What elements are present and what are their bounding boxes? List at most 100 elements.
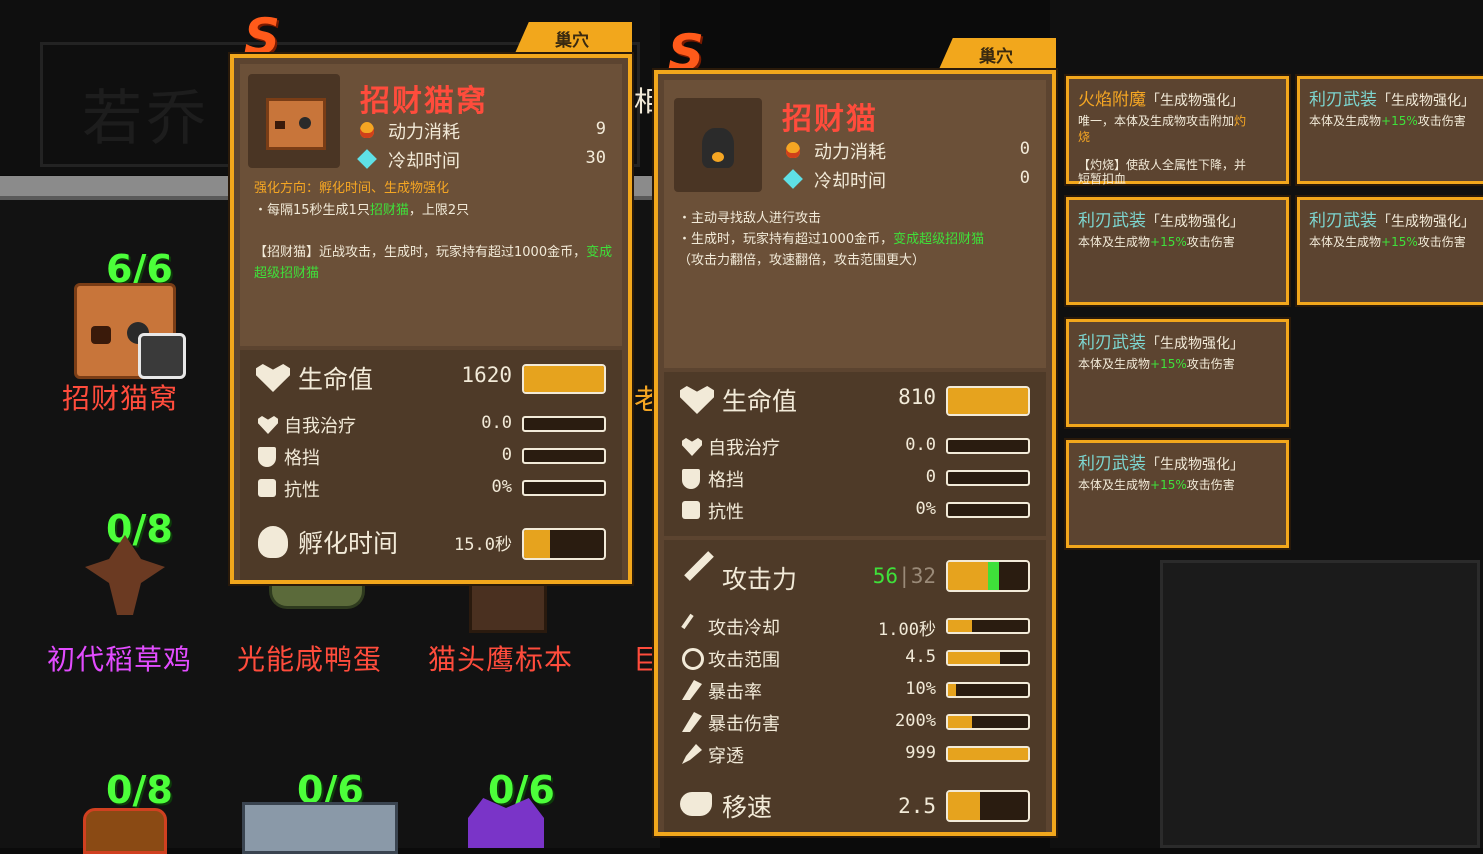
hatch-label: 孵化时间: [298, 529, 399, 558]
heal-bar: [946, 438, 1030, 454]
bottom-item-2-icon: [242, 802, 398, 854]
grid-item-bottom-1[interactable]: 0/8: [75, 768, 175, 854]
card-stats-defense: 生命值 810 自我治疗 0.0 格挡 0 抗性 0%: [664, 372, 1046, 536]
desc-text: 本体及生成物: [1078, 478, 1151, 492]
desc-line: 【招财猫】近战攻击，生成时，玩家持有超过1000金币，变成超级招财猫: [254, 242, 614, 284]
hp-value: 810: [898, 385, 936, 409]
atk-bar-fill: [948, 562, 988, 590]
upgrade-title: 利刃武装「生成物强化」: [1078, 206, 1244, 231]
hp-bar: [522, 364, 606, 394]
power-value: 0: [1019, 139, 1030, 159]
item-count: 0/8: [106, 768, 173, 812]
card-cat-nest: S 巢穴 招财猫窝 动力消耗 9 冷却时间 30 强化方向：孵化时间、生成物强化…: [230, 8, 632, 584]
desc-text: ，上限2只: [408, 203, 470, 218]
critdmg-bar: [946, 714, 1030, 730]
power-label: 动力消耗: [388, 122, 460, 143]
desc-line: （攻击力翻倍，攻速翻倍，攻击范围更大）: [678, 253, 926, 268]
atkcd-label: 攻击冷却: [708, 618, 780, 639]
critdmg-label: 暴击伤害: [708, 714, 780, 735]
fire-icon: [360, 122, 374, 138]
desc-text: 本体及生成物: [1309, 235, 1382, 249]
grid-item-solar-egg[interactable]: 光能咸鸭蛋: [235, 570, 395, 680]
heal-label: 自我治疗: [708, 438, 780, 459]
cooldown-value: 30: [585, 148, 606, 168]
block-value: 0: [925, 467, 936, 487]
upgrade-name: 利刃武装: [1309, 90, 1377, 110]
upgrade-tag: 「生成物强化」: [1146, 457, 1244, 473]
upgrade-tag: 「生成物强化」: [1146, 93, 1244, 109]
grid-item-bottom-3[interactable]: 0/6: [460, 768, 570, 848]
heart-icon: [256, 364, 290, 392]
grid-item-owl-specimen[interactable]: 猫头鹰标本: [425, 570, 590, 680]
upgrade-desc: 本体及生成物+15%攻击伤害: [1309, 234, 1466, 250]
desc-line: ・主动寻找敌人进行攻击: [678, 211, 822, 226]
desc-highlight: +15%: [1381, 235, 1418, 249]
item-count: 0/8: [106, 507, 173, 551]
desc-text: 攻击伤害: [1417, 114, 1466, 128]
upgrade-title: 利刃武装「生成物强化」: [1309, 85, 1475, 110]
diamond-icon: [357, 149, 377, 169]
desc-highlight: 灼: [1234, 114, 1247, 128]
card-body: 招财猫 动力消耗 0 冷却时间 0 ・主动寻找敌人进行攻击 ・生成时，玩家持有超…: [654, 70, 1056, 836]
resist-bar: [522, 480, 606, 496]
hp-bar: [946, 386, 1030, 416]
resist-value: 0%: [491, 477, 512, 497]
speed-value: 2.5: [898, 794, 936, 818]
upgrade-name: 利刃武装: [1078, 211, 1146, 231]
upgrade-name: 利刃武装: [1078, 333, 1146, 353]
upgrade-name: 利刃武装: [1078, 454, 1146, 474]
desc-line: ・生成时，玩家持有超过1000金币，变成超级招财猫: [678, 229, 984, 250]
hatch-value: 15.0秒: [454, 535, 512, 555]
desc-highlight: +15%: [1150, 235, 1187, 249]
item-name: 招财猫窝: [62, 382, 179, 415]
portrait: [674, 98, 762, 192]
atk-value-base: 32: [910, 564, 936, 588]
critdmg-value: 200%: [895, 711, 936, 731]
card-info: 招财猫 动力消耗 0 冷却时间 0 ・主动寻找敌人进行攻击 ・生成时，玩家持有超…: [664, 80, 1046, 368]
grid-item-straw-chicken[interactable]: 0/8 初代稻草鸡: [45, 505, 215, 680]
hatch-bar-fill: [524, 530, 551, 558]
cooldown-label: 冷却时间: [388, 151, 460, 172]
upgrade-desc: 短暂扣血: [1078, 172, 1127, 186]
desc-text: ・生成时，玩家持有超过1000金币，: [678, 232, 894, 247]
upgrade-direction: 强化方向：孵化时间、生成物强化: [254, 181, 450, 196]
pierce-bar: [946, 746, 1030, 762]
speed-bar-fill: [948, 792, 980, 820]
heart-icon: [680, 386, 714, 414]
atk-label: 攻击力: [722, 565, 798, 594]
item-name: 猫头鹰标本: [428, 643, 574, 676]
grid-item-bottom-2[interactable]: 0/6: [240, 768, 400, 854]
atk-bar-fill-bonus: [988, 562, 1000, 590]
desc-text: 本体及生成物: [1078, 235, 1151, 249]
atk-value: 56|32: [854, 564, 936, 588]
heal-icon: [682, 438, 702, 456]
upgrade-card-blade[interactable]: 利刃武装「生成物强化」 本体及生成物+15%攻击伤害: [1066, 197, 1289, 305]
pierce-icon: [682, 744, 702, 764]
upgrade-card-fire-enchant[interactable]: 火焰附魔「生成物强化」 唯一，本体及生成物攻击附加灼烧 【灼烧】使敌人全属性下降…: [1066, 76, 1289, 186]
atkcd-bar: [946, 618, 1030, 634]
upgrade-card-blade[interactable]: 利刃武装「生成物强化」 本体及生成物+15%攻击伤害: [1066, 440, 1289, 548]
sword-icon: [684, 551, 714, 581]
hp-value: 1620: [461, 363, 512, 387]
background-dark-title: 若乔: [82, 84, 210, 154]
resist-label: 抗性: [708, 502, 744, 523]
desc-line: ・每隔15秒生成1只招财猫，上限2只: [254, 200, 469, 221]
cooldown-label: 冷却时间: [814, 171, 886, 192]
fire-icon: [786, 142, 800, 158]
grid-item-cat-nest[interactable]: 6/6 招财猫窝: [60, 245, 200, 420]
desc-text: 本体及生成物: [1078, 357, 1151, 371]
atkcd-bar-fill: [948, 620, 972, 632]
range-label: 攻击范围: [708, 650, 780, 671]
card-info: 招财猫窝 动力消耗 9 冷却时间 30 强化方向：孵化时间、生成物强化 ・每隔1…: [240, 64, 622, 346]
range-bar-fill: [948, 652, 1000, 664]
critdmg-bar-fill: [948, 716, 972, 728]
cat-nest-sub-icon: [138, 333, 186, 379]
desc-highlight: 烧: [1078, 130, 1091, 144]
upgrade-card-blade[interactable]: 利刃武装「生成物强化」 本体及生成物+15%攻击伤害: [1066, 319, 1289, 427]
upgrade-card-blade[interactable]: 利刃武装「生成物强化」 本体及生成物+15%攻击伤害: [1297, 76, 1483, 184]
card-title: 招财猫窝: [360, 84, 488, 119]
crit-bar: [946, 682, 1030, 698]
upgrade-card-blade[interactable]: 利刃武装「生成物强化」 本体及生成物+15%攻击伤害: [1297, 197, 1483, 305]
boot-icon: [680, 792, 712, 816]
bottom-item-1-icon: [83, 808, 167, 854]
